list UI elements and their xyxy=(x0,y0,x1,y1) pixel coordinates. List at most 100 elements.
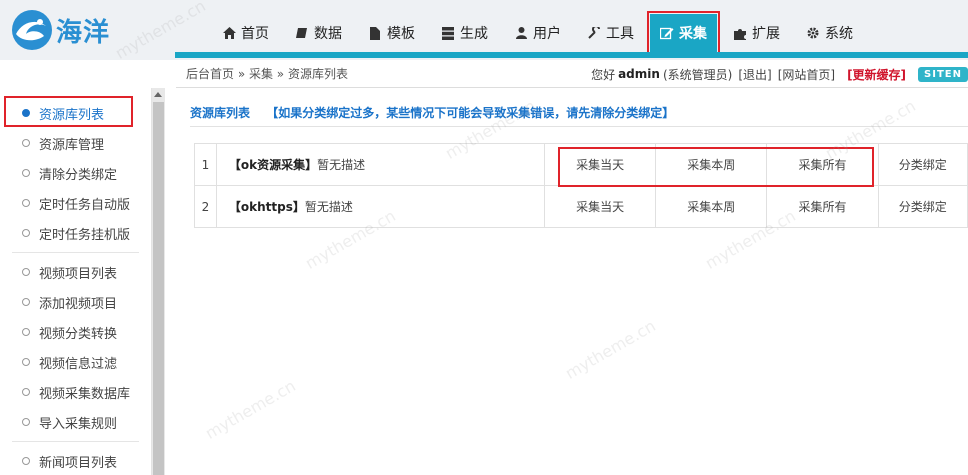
bullet-icon xyxy=(22,418,30,426)
sidebar-divider xyxy=(12,252,139,253)
collect-week-button[interactable]: 采集本周 xyxy=(655,143,768,186)
sidebar-item-label: 视频信息过滤 xyxy=(39,356,118,372)
nav-tools[interactable]: 工具 xyxy=(577,14,644,52)
page-title: 资源库列表 xyxy=(190,106,251,120)
sidebar-item-label: 视频项目列表 xyxy=(39,266,118,282)
nav-generate[interactable]: 生成 xyxy=(431,14,498,52)
bullet-icon xyxy=(22,358,30,366)
scroll-up-icon[interactable] xyxy=(154,92,162,97)
sidebar-item-video-db[interactable]: 视频采集数据库 xyxy=(0,377,151,407)
nav-label: 生成 xyxy=(460,26,488,42)
sidebar-item-label: 定时任务自动版 xyxy=(39,197,131,213)
user-role: (系统管理员) xyxy=(662,67,733,82)
nav-label: 用户 xyxy=(533,26,561,42)
source-desc: 暂无描述 xyxy=(317,158,366,172)
file-icon xyxy=(368,26,382,40)
nav-label: 采集 xyxy=(679,26,707,42)
server-icon xyxy=(441,26,455,40)
nav-user[interactable]: 用户 xyxy=(504,14,571,52)
bullet-icon xyxy=(22,109,30,117)
bullet-icon xyxy=(22,328,30,336)
scrollbar-thumb[interactable] xyxy=(153,102,164,475)
bullet-icon xyxy=(22,388,30,396)
logo-text: 海洋 xyxy=(56,17,111,48)
site-home-link[interactable]: [网站首页] xyxy=(778,66,835,83)
collect-all-button[interactable]: 采集所有 xyxy=(766,185,879,228)
main-nav: 首页 数据 模板 生成 用户 工具 采集 扩展 系统 xyxy=(212,11,869,55)
bullet-icon xyxy=(22,298,30,306)
top-bar: 海洋 首页 数据 模板 生成 用户 工具 采集 扩展 系统 xyxy=(0,0,968,60)
table-row: 1 【ok资源采集】暂无描述 采集当天 采集本周 采集所有 分类绑定 xyxy=(194,143,968,186)
nav-collect[interactable]: 采集 xyxy=(647,11,720,55)
nav-home[interactable]: 首页 xyxy=(212,14,279,52)
nav-underline-strip xyxy=(175,52,968,58)
table-row: 2 【okhttps】暂无描述 采集当天 采集本周 采集所有 分类绑定 xyxy=(194,185,968,228)
sidebar-item-source-manage[interactable]: 资源库管理 xyxy=(0,128,151,158)
nav-system[interactable]: 系统 xyxy=(796,14,863,52)
logo[interactable]: 海洋 xyxy=(10,8,130,52)
sidebar-scrollbar[interactable] xyxy=(152,88,165,475)
refresh-cache-link[interactable]: [更新缓存] xyxy=(847,66,906,83)
sidebar-item-label: 导入采集规则 xyxy=(39,416,118,432)
row-index: 1 xyxy=(194,143,217,186)
sidebar-item-label: 定时任务挂机版 xyxy=(39,227,131,243)
sidebar-item-source-list[interactable]: 资源库列表 xyxy=(0,98,151,128)
sidebar-item-clear-binding[interactable]: 清除分类绑定 xyxy=(0,158,151,188)
sidebar-item-news-projects[interactable]: 新闻项目列表 xyxy=(0,446,151,475)
sidebar-item-cron-idle[interactable]: 定时任务挂机版 xyxy=(0,218,151,248)
sidebar-item-video-category[interactable]: 视频分类转换 xyxy=(0,317,151,347)
nav-template[interactable]: 模板 xyxy=(358,14,425,52)
category-bind-button[interactable]: 分类绑定 xyxy=(877,143,968,186)
nav-data[interactable]: 数据 xyxy=(285,14,352,52)
nav-label: 模板 xyxy=(387,26,415,42)
username: admin xyxy=(618,67,660,81)
nav-label: 扩展 xyxy=(752,26,780,42)
sidebar-item-label: 资源库列表 xyxy=(39,107,105,123)
source-name-cell: 【ok资源采集】暂无描述 xyxy=(215,143,545,186)
sidebar-item-label: 视频分类转换 xyxy=(39,326,118,342)
user-bar: 您好 admin (系统管理员) [退出] [网站首页] [更新缓存] SITE… xyxy=(591,60,968,88)
collect-week-button[interactable]: 采集本周 xyxy=(655,185,768,228)
wave-logo-icon xyxy=(12,10,52,50)
edit-icon xyxy=(660,26,674,40)
sidebar-divider xyxy=(12,441,139,442)
bullet-icon xyxy=(22,229,30,237)
bullet-icon xyxy=(22,457,30,465)
nav-extend[interactable]: 扩展 xyxy=(723,14,790,52)
collect-today-button[interactable]: 采集当天 xyxy=(543,143,657,186)
nav-label: 工具 xyxy=(606,26,634,42)
nav-label: 系统 xyxy=(825,26,853,42)
source-name: 【ok资源采集】 xyxy=(228,158,318,172)
site-button[interactable]: SITEN xyxy=(918,66,968,82)
sidebar-item-add-video-project[interactable]: 添加视频项目 xyxy=(0,287,151,317)
sidebar-item-label: 新闻项目列表 xyxy=(39,455,118,471)
puzzle-icon xyxy=(733,26,747,40)
content-header: 资源库列表 【如果分类绑定过多，某些情况下可能会导致采集错误，请先清除分类绑定】 xyxy=(190,104,674,121)
sidebar-item-video-filter[interactable]: 视频信息过滤 xyxy=(0,347,151,377)
sidebar: 资源库列表 资源库管理 清除分类绑定 定时任务自动版 定时任务挂机版 视频项目列… xyxy=(0,88,152,475)
database-icon xyxy=(295,26,309,40)
collect-today-button[interactable]: 采集当天 xyxy=(543,185,657,228)
sidebar-item-label: 添加视频项目 xyxy=(39,296,118,312)
greeting: 您好 xyxy=(591,67,616,82)
source-name-cell: 【okhttps】暂无描述 xyxy=(215,185,545,228)
source-name: 【okhttps】 xyxy=(228,200,305,214)
home-icon xyxy=(222,26,236,40)
collect-all-button[interactable]: 采集所有 xyxy=(766,143,879,186)
sidebar-item-video-projects[interactable]: 视频项目列表 xyxy=(0,257,151,287)
sidebar-item-label: 清除分类绑定 xyxy=(39,167,118,183)
breadcrumb-bar: 后台首页 » 采集 » 资源库列表 您好 admin (系统管理员) [退出] … xyxy=(176,60,968,88)
user-icon xyxy=(514,26,528,40)
category-bind-button[interactable]: 分类绑定 xyxy=(877,185,968,228)
logout-link[interactable]: [退出] xyxy=(738,66,771,83)
bullet-icon xyxy=(22,268,30,276)
sidebar-item-label: 资源库管理 xyxy=(39,137,105,153)
main-content: 资源库列表 【如果分类绑定过多，某些情况下可能会导致采集错误，请先清除分类绑定】… xyxy=(176,89,968,475)
sidebar-item-import-rules[interactable]: 导入采集规则 xyxy=(0,407,151,437)
row-index: 2 xyxy=(194,185,217,228)
sidebar-item-cron-auto[interactable]: 定时任务自动版 xyxy=(0,188,151,218)
bullet-icon xyxy=(22,199,30,207)
nav-label: 数据 xyxy=(314,26,342,42)
source-table: 1 【ok资源采集】暂无描述 采集当天 采集本周 采集所有 分类绑定 2 【ok… xyxy=(194,143,968,228)
source-desc: 暂无描述 xyxy=(304,200,353,214)
